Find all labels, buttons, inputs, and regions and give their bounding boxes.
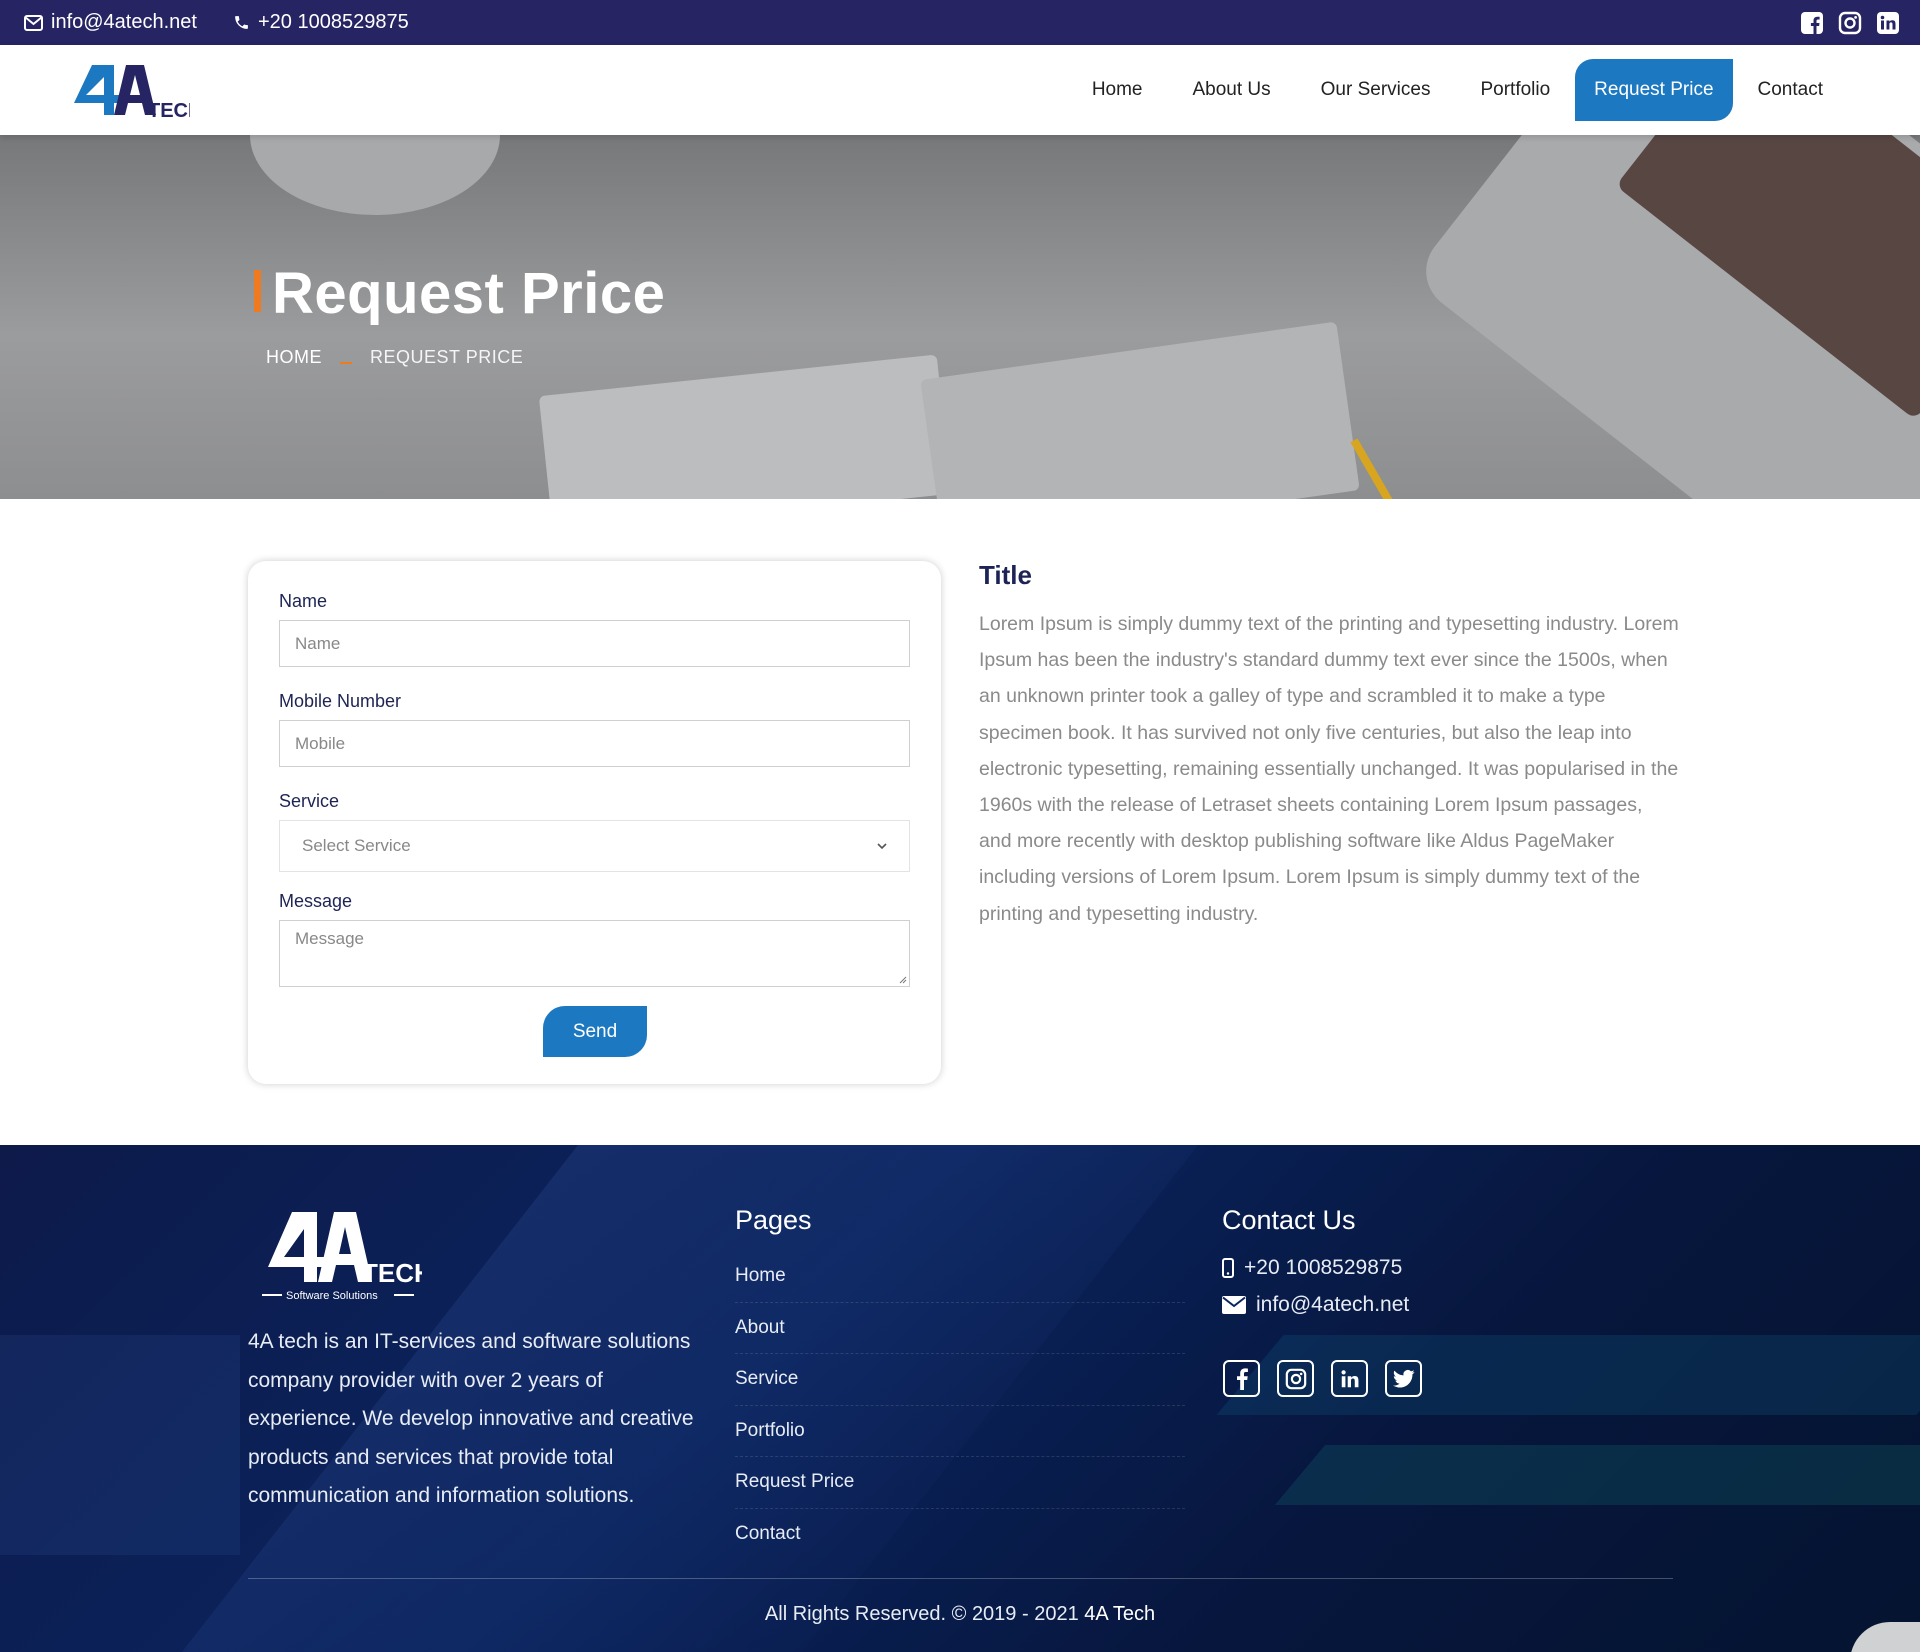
service-select[interactable]: Select Service — [279, 820, 910, 872]
breadcrumb-current: REQUEST PRICE — [370, 347, 524, 367]
chevron-down-icon — [877, 843, 887, 850]
message-textarea-placeholder: Message — [295, 929, 364, 948]
linkedin-icon[interactable] — [1876, 11, 1900, 35]
resize-handle-icon[interactable] — [897, 974, 907, 984]
footer-email-text: info@4atech.net — [1256, 1293, 1410, 1316]
name-label: Name — [279, 591, 328, 611]
hero-decor-pencil — [1350, 438, 1398, 499]
footer-about-text: 4A tech is an IT-services and software s… — [248, 1330, 694, 1507]
footer-decor-band — [1274, 1445, 1920, 1505]
mobile-label: Mobile Number — [279, 691, 402, 711]
facebook-icon[interactable] — [1223, 1360, 1260, 1397]
topbar-email-text: info@4atech.net — [51, 11, 197, 33]
topbar-phone-text: +20 1008529875 — [258, 11, 409, 33]
footer-link-home[interactable]: Home — [735, 1251, 1185, 1303]
nav-contact[interactable]: Contact — [1733, 59, 1848, 121]
mobile-input[interactable]: Mobile — [279, 720, 910, 767]
breadcrumb-separator — [340, 361, 352, 364]
nav-our-services[interactable]: Our Services — [1296, 59, 1456, 121]
copyright-text: All Rights Reserved. © 2019 - 2021 — [764, 1603, 1079, 1625]
hero-decor-notebook-page — [920, 321, 1360, 499]
scroll-top-button[interactable] — [1850, 1622, 1920, 1652]
message-label: Message — [279, 891, 353, 911]
mobile-phone-icon — [1222, 1258, 1234, 1278]
page-title: Request Price — [272, 261, 666, 326]
footer-decor-band — [0, 1335, 240, 1555]
twitter-icon[interactable] — [1385, 1360, 1422, 1397]
service-label: Service — [279, 791, 340, 811]
breadcrumb: HOME REQUEST PRICE — [266, 347, 523, 368]
service-select-value: Select Service — [302, 836, 411, 855]
request-price-form: Name Name Mobile Number Mobile Service S… — [248, 561, 941, 1084]
envelope-icon — [24, 14, 43, 31]
instagram-icon[interactable] — [1838, 11, 1862, 35]
send-button[interactable]: Send — [543, 1006, 647, 1057]
top-bar: info@4atech.net +20 1008529875 — [0, 0, 1920, 45]
breadcrumb-home[interactable]: HOME — [266, 347, 322, 368]
mobile-input-placeholder: Mobile — [295, 733, 346, 753]
footer-divider — [248, 1578, 1673, 1579]
site-footer: TECH Software Solutions 4A tech is an IT… — [0, 1145, 1920, 1652]
footer-logo-tagline: Software Solutions — [286, 1290, 378, 1302]
footer-link-service[interactable]: Service — [735, 1354, 1185, 1406]
nav-about-us[interactable]: About Us — [1168, 59, 1296, 121]
copyright-brand[interactable]: 4A Tech — [1084, 1603, 1155, 1625]
linkedin-icon[interactable] — [1331, 1360, 1368, 1397]
facebook-icon[interactable] — [1800, 11, 1824, 35]
page-hero: Request Price HOME REQUEST PRICE — [0, 135, 1920, 499]
footer-pages-heading: Pages — [735, 1205, 812, 1235]
nav-menu: Home About Us Our Services Portfolio Req… — [1067, 59, 1848, 121]
footer-logo[interactable]: TECH Software Solutions — [262, 1207, 433, 1307]
topbar-email[interactable]: info@4atech.net — [24, 0, 197, 45]
footer-pages-list: Home About Service Portfolio Request Pri… — [735, 1251, 1185, 1560]
footer-email[interactable]: info@4atech.net — [1222, 1293, 1409, 1317]
topbar-phone[interactable]: +20 1008529875 — [233, 0, 409, 45]
envelope-icon — [1222, 1296, 1246, 1314]
footer-link-about[interactable]: About — [735, 1303, 1185, 1354]
info-title: Title — [979, 560, 1032, 590]
hero-decor-notebook — [538, 354, 952, 499]
title-accent-bar — [254, 270, 261, 312]
name-input-placeholder: Name — [295, 633, 341, 653]
svg-text:TECH: TECH — [148, 100, 190, 122]
footer-logo-sub: TECH — [362, 1258, 422, 1288]
info-body: Lorem Ipsum is simply dummy text of the … — [979, 613, 1679, 925]
nav-request-price[interactable]: Request Price — [1575, 59, 1733, 121]
footer-link-portfolio[interactable]: Portfolio — [735, 1406, 1185, 1457]
footer-phone-text: +20 1008529875 — [1244, 1256, 1403, 1279]
brand-logo[interactable]: TECH — [70, 59, 202, 123]
name-input[interactable]: Name — [279, 620, 910, 667]
instagram-icon[interactable] — [1277, 1360, 1314, 1397]
phone-icon — [235, 16, 248, 29]
message-textarea[interactable]: Message — [279, 920, 910, 987]
topbar-social — [1800, 0, 1900, 45]
hero-decor-plate — [250, 135, 500, 215]
footer-link-contact[interactable]: Contact — [735, 1509, 1185, 1561]
footer-phone[interactable]: +20 1008529875 — [1222, 1256, 1402, 1280]
footer-social — [1223, 1360, 1422, 1397]
main-navbar: TECH Home About Us Our Services Portfoli… — [0, 45, 1920, 135]
footer-copyright: All Rights Reserved. © 2019 - 2021 4A Te… — [0, 1603, 1920, 1626]
nav-portfolio[interactable]: Portfolio — [1455, 59, 1575, 121]
nav-home[interactable]: Home — [1067, 59, 1168, 121]
footer-contact-heading: Contact Us — [1222, 1205, 1356, 1235]
footer-link-request-price[interactable]: Request Price — [735, 1457, 1185, 1509]
